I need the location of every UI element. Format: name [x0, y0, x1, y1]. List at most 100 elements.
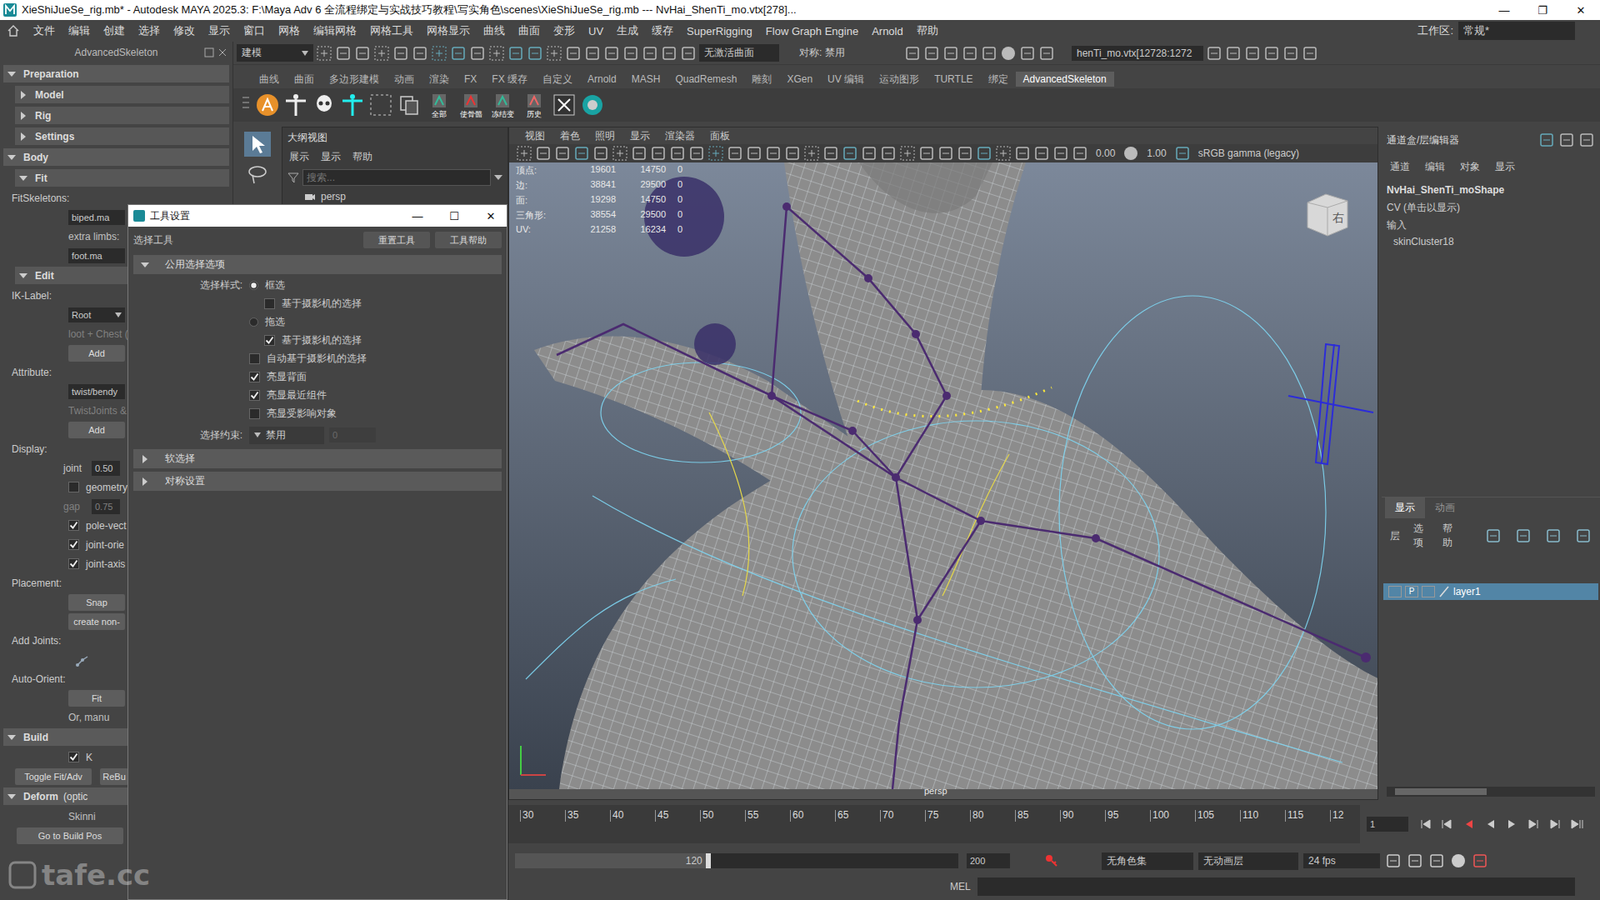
view-cube[interactable]: 右	[1300, 190, 1353, 238]
playback-icon[interactable]	[1484, 818, 1498, 830]
figure-icon[interactable]	[340, 92, 365, 118]
menu-item[interactable]: 着色	[552, 129, 588, 144]
range-track[interactable]: 120	[515, 853, 959, 869]
menu-item[interactable]: Arnold	[865, 25, 910, 38]
section-header[interactable]: Preparation	[3, 65, 230, 83]
shelf-tab[interactable]: 雕刻	[744, 70, 780, 89]
layer-tab[interactable]: 动画	[1425, 497, 1465, 519]
shelf-tab[interactable]: FX	[456, 71, 485, 87]
window-control[interactable]: ✕	[1561, 4, 1600, 17]
menu-item[interactable]: 显示	[1495, 160, 1515, 175]
playback-toggle[interactable]: P	[1405, 585, 1419, 598]
shelf-button[interactable]: 冻结变	[488, 90, 517, 120]
window-control[interactable]: ☐	[438, 210, 470, 223]
checkbox[interactable]	[68, 520, 80, 531]
number-field[interactable]: 0.50	[91, 460, 120, 476]
status-tool-icon[interactable]	[488, 45, 505, 62]
checkbox[interactable]	[68, 481, 80, 493]
menu-item[interactable]: SuperRigging	[680, 25, 760, 38]
channel-line[interactable]: 输入	[1381, 216, 1600, 235]
close-icon[interactable]	[217, 47, 228, 58]
menu-item[interactable]: 帮助	[910, 23, 945, 39]
menu-item[interactable]: 视图	[517, 129, 553, 144]
viewport-tool-icon[interactable]	[1052, 145, 1070, 162]
radio-button[interactable]	[249, 317, 259, 327]
layer-action-icon[interactable]	[1545, 527, 1562, 545]
range-handle[interactable]	[705, 853, 711, 869]
menu-item[interactable]: 网格工具	[363, 23, 420, 39]
panel-icon[interactable]	[1244, 45, 1261, 62]
layer-action-icon[interactable]	[1515, 527, 1532, 545]
menu-item[interactable]: 选项	[1413, 521, 1430, 550]
playback-icon[interactable]	[1527, 818, 1541, 830]
shelf-tab[interactable]: 曲面	[286, 70, 322, 89]
number-field[interactable]: 0.75	[91, 499, 120, 515]
channel-icon[interactable]	[1558, 131, 1575, 149]
playback-option-icon[interactable]	[1428, 852, 1445, 870]
expand-arrow-icon[interactable]	[18, 110, 29, 121]
shelf-tab[interactable]: UV 编辑	[820, 70, 872, 89]
menu-item[interactable]: 对象	[1460, 160, 1480, 175]
checkbox[interactable]	[249, 371, 260, 383]
snap-icon[interactable]	[603, 45, 620, 62]
status-tool-icon[interactable]	[507, 45, 525, 62]
menu-item[interactable]: 缓存	[645, 23, 680, 39]
layer-row[interactable]: Player1	[1383, 583, 1599, 600]
tool-button[interactable]: 重置工具	[363, 231, 430, 249]
menu-item[interactable]: 显示	[622, 129, 658, 144]
float-icon[interactable]	[204, 47, 215, 58]
joint-tool-icon[interactable]	[75, 652, 90, 668]
panel-button[interactable]: create non-	[68, 613, 125, 630]
status-tool-icon[interactable]	[411, 45, 429, 62]
shelf-tab[interactable]: 多边形建模	[321, 70, 387, 89]
collapse-arrow-icon[interactable]	[18, 173, 29, 184]
dropdown-arrow-icon[interactable]	[494, 175, 503, 180]
collapse-arrow-icon[interactable]	[18, 270, 29, 281]
render-icon[interactable]	[1038, 45, 1055, 62]
window-control[interactable]: —	[401, 210, 434, 223]
grid-icon[interactable]	[368, 92, 394, 118]
viewport-tool-icon[interactable]	[745, 145, 763, 162]
status-tool-icon[interactable]	[469, 45, 486, 62]
render-icon[interactable]	[942, 45, 960, 62]
render-icon[interactable]	[961, 45, 979, 62]
render-icon[interactable]	[1000, 45, 1017, 62]
playback-option-icon[interactable]	[1385, 852, 1402, 870]
shelf-tab[interactable]: 渲染	[421, 70, 457, 89]
checkbox[interactable]	[68, 751, 80, 763]
menu-item[interactable]: 网格显示	[420, 23, 477, 39]
panel-button[interactable]: Add	[68, 421, 125, 439]
as-logo-icon[interactable]	[255, 92, 280, 118]
panel-button[interactable]: Go to Build Pos	[16, 827, 124, 845]
subsection-header[interactable]: Settings	[15, 127, 230, 145]
channel-icon[interactable]	[1538, 131, 1555, 149]
subsection-header[interactable]: Fit	[15, 169, 230, 187]
snap-icon[interactable]	[680, 45, 697, 62]
viewport-tool-icon[interactable]	[841, 145, 859, 162]
viewport-tool-icon[interactable]	[669, 145, 686, 162]
status-tool-icon[interactable]	[565, 45, 582, 62]
subsection-header[interactable]: Rig	[15, 106, 230, 125]
current-frame-field[interactable]: 1	[1366, 816, 1409, 832]
panel-icon[interactable]	[1263, 45, 1280, 62]
shelf-tab[interactable]: 绑定	[980, 70, 1016, 89]
command-language[interactable]: MEL	[950, 880, 971, 893]
viewport-tool-icon[interactable]	[918, 145, 935, 162]
menu-item[interactable]: 面板	[702, 129, 738, 144]
section-header[interactable]: 软选择	[133, 449, 502, 469]
section-header[interactable]: 公用选择选项	[133, 255, 502, 275]
shelf-tab[interactable]: Arnold	[580, 71, 625, 87]
shelf-tab[interactable]: 曲线	[251, 70, 287, 89]
expand-arrow-icon[interactable]	[18, 90, 29, 100]
shelf-tab[interactable]: 动画	[386, 70, 422, 89]
expand-arrow-icon[interactable]	[18, 131, 29, 142]
snap-icon[interactable]	[641, 45, 659, 62]
color-space[interactable]: sRGB gamma (legacy)	[1193, 147, 1305, 160]
channel-icon[interactable]	[1578, 131, 1595, 149]
key-icon[interactable]	[1045, 854, 1059, 868]
visibility-toggle[interactable]	[1388, 585, 1402, 598]
collapse-arrow-icon[interactable]	[6, 152, 17, 163]
menu-item[interactable]: 生成	[610, 23, 645, 39]
shelf-button[interactable]: 使骨骼	[456, 90, 485, 120]
section-header[interactable]: Body	[3, 148, 230, 166]
